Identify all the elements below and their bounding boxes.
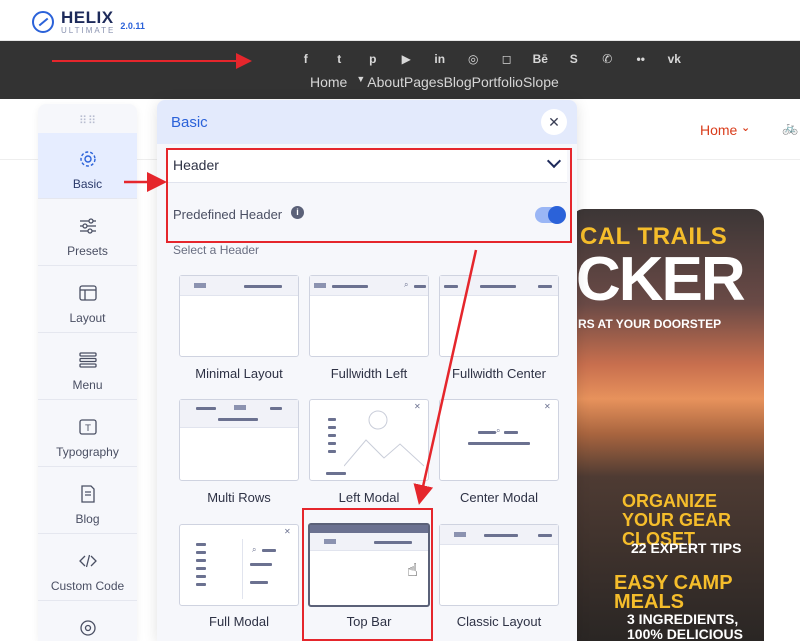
site-header-preview: f t p ▶ in ◎ ◻ Bē S ✆ •• vk Home ▼ About… [0, 41, 800, 99]
nav-about[interactable]: About [367, 74, 404, 90]
logo-name: HELIX [61, 8, 114, 27]
nav-slope[interactable]: Slope [523, 74, 559, 90]
gear-icon [79, 151, 96, 167]
sidebar-item-more[interactable] [38, 602, 137, 641]
search-icon: ⌕ [496, 426, 501, 435]
layout-card-minimal[interactable] [179, 275, 299, 357]
behance-icon[interactable]: Bē [524, 52, 558, 66]
sidebar-item-blog[interactable]: Blog [38, 468, 137, 534]
cover-line3: RS AT YOUR DOORSTEP [578, 317, 722, 331]
layout-card-fullwidth-center[interactable] [439, 275, 559, 357]
youtube-icon[interactable]: ▶ [390, 52, 424, 66]
caret-down-icon[interactable]: ▼ [356, 74, 365, 90]
layout-name-fullwidth-left: Fullwidth Left [330, 366, 408, 381]
top-nav: Home ▼ About Pages Blog Portfolio Slope [310, 74, 559, 90]
layout-name-classic: Classic Layout [456, 614, 542, 629]
drag-handle-icon[interactable]: ⠿⠿ [79, 114, 97, 127]
close-button[interactable]: ✕ [541, 109, 567, 135]
close-icon: ✕ [544, 402, 551, 411]
social-icons: f t p ▶ in ◎ ◻ Bē S ✆ •• vk [289, 52, 691, 66]
annotation-box-top-bar [302, 508, 433, 641]
close-icon: ✕ [284, 527, 291, 536]
version-label: 2.0.11 [120, 21, 145, 31]
layout-card-fullwidth-left[interactable]: ⌕ [309, 275, 429, 357]
layout-card-classic[interactable] [439, 524, 559, 606]
chevron-down-icon[interactable]: ⌄ [741, 121, 750, 134]
layout-card-center-modal[interactable]: ✕ ⌕ [439, 399, 559, 481]
sidebar-item-basic[interactable]: Basic [38, 133, 137, 199]
cover-blurb3: EASY CAMP MEALS [614, 572, 733, 613]
dribbble-icon[interactable]: ◎ [457, 52, 491, 66]
bike-icon[interactable]: 🚲 [782, 120, 798, 136]
svg-text:T: T [84, 424, 91, 434]
code-icon [78, 554, 97, 568]
search-icon: ⌕ [404, 280, 409, 289]
panel-header: Basic ✕ [157, 100, 577, 144]
options-sidebar: ⠿⠿ Basic Presets Layout Menu T Typograph… [38, 104, 137, 641]
sidebar-item-layout[interactable]: Layout [38, 267, 137, 333]
layout-card-left-modal[interactable]: ✕ [309, 399, 429, 481]
helix-logo-icon [32, 11, 54, 33]
whatsapp-icon[interactable]: ✆ [591, 52, 625, 66]
sidebar-item-label: Typography [56, 445, 119, 459]
layout-name-minimal: Minimal Layout [195, 366, 283, 381]
magazine-cover: CAL TRAILS CKER RS AT YOUR DOORSTEP ORGA… [572, 209, 764, 641]
panel-title: Basic [171, 114, 208, 131]
helix-logo[interactable]: HELIX ULTIMATE 2.0.11 [32, 9, 145, 35]
cover-line2: CKER [576, 245, 746, 314]
skype-icon[interactable]: S [557, 52, 591, 66]
sidebar-item-typography[interactable]: T Typography [38, 401, 137, 467]
nav-blog[interactable]: Blog [444, 74, 472, 90]
sidebar-item-label: Blog [75, 512, 100, 526]
site-nav-home[interactable]: Home [700, 122, 737, 138]
select-header-label: Select a Header [173, 243, 260, 257]
layout-name-full-modal: Full Modal [209, 614, 269, 629]
facebook-icon[interactable]: f [289, 52, 323, 66]
layout-icon [78, 285, 97, 301]
layout-name-multi-rows: Multi Rows [207, 490, 271, 505]
nav-pages[interactable]: Pages [404, 74, 444, 90]
sidebar-item-label: Basic [72, 177, 103, 191]
instagram-icon[interactable]: ◻ [490, 52, 524, 66]
logo-subtitle: ULTIMATE [61, 26, 116, 35]
layout-card-multi-rows[interactable] [179, 399, 299, 481]
nav-portfolio[interactable]: Portfolio [472, 74, 523, 90]
layout-name-fullwidth-center: Fullwidth Center [452, 366, 546, 381]
settings-circle-icon [79, 620, 96, 636]
sidebar-item-label: Custom Code [50, 579, 125, 593]
linkedin-icon[interactable]: in [423, 52, 457, 66]
cover-blurb2: 22 EXPERT TIPS [631, 540, 742, 556]
image-placeholder-icon [344, 410, 424, 467]
vk-icon[interactable]: vk [658, 52, 692, 66]
pinterest-icon[interactable]: p [356, 52, 390, 66]
sidebar-item-menu[interactable]: Menu [38, 334, 137, 400]
menu-icon [78, 352, 97, 368]
layout-name-left-modal: Left Modal [338, 490, 400, 505]
blog-icon [80, 485, 95, 503]
annotation-box-header [166, 148, 572, 243]
sidebar-item-label: Layout [69, 311, 106, 325]
nav-home[interactable]: Home [310, 74, 347, 90]
sidebar-item-presets[interactable]: Presets [38, 200, 137, 266]
sidebar-item-custom-code[interactable]: Custom Code [38, 535, 137, 601]
sidebar-item-label: Presets [67, 244, 108, 258]
layout-card-full-modal[interactable]: ✕ ⌕ [179, 524, 299, 606]
cover-blurb4: 3 INGREDIENTS, 100% DELICIOUS [627, 611, 743, 641]
layout-name-center-modal: Center Modal [459, 490, 539, 505]
twitter-icon[interactable]: t [323, 52, 357, 66]
flickr-icon[interactable]: •• [624, 52, 658, 66]
search-icon: ⌕ [252, 545, 257, 554]
admin-topbar: HELIX ULTIMATE 2.0.11 [0, 0, 800, 41]
sliders-icon [79, 218, 96, 234]
sidebar-item-label: Menu [72, 378, 103, 392]
typography-icon: T [78, 419, 97, 435]
